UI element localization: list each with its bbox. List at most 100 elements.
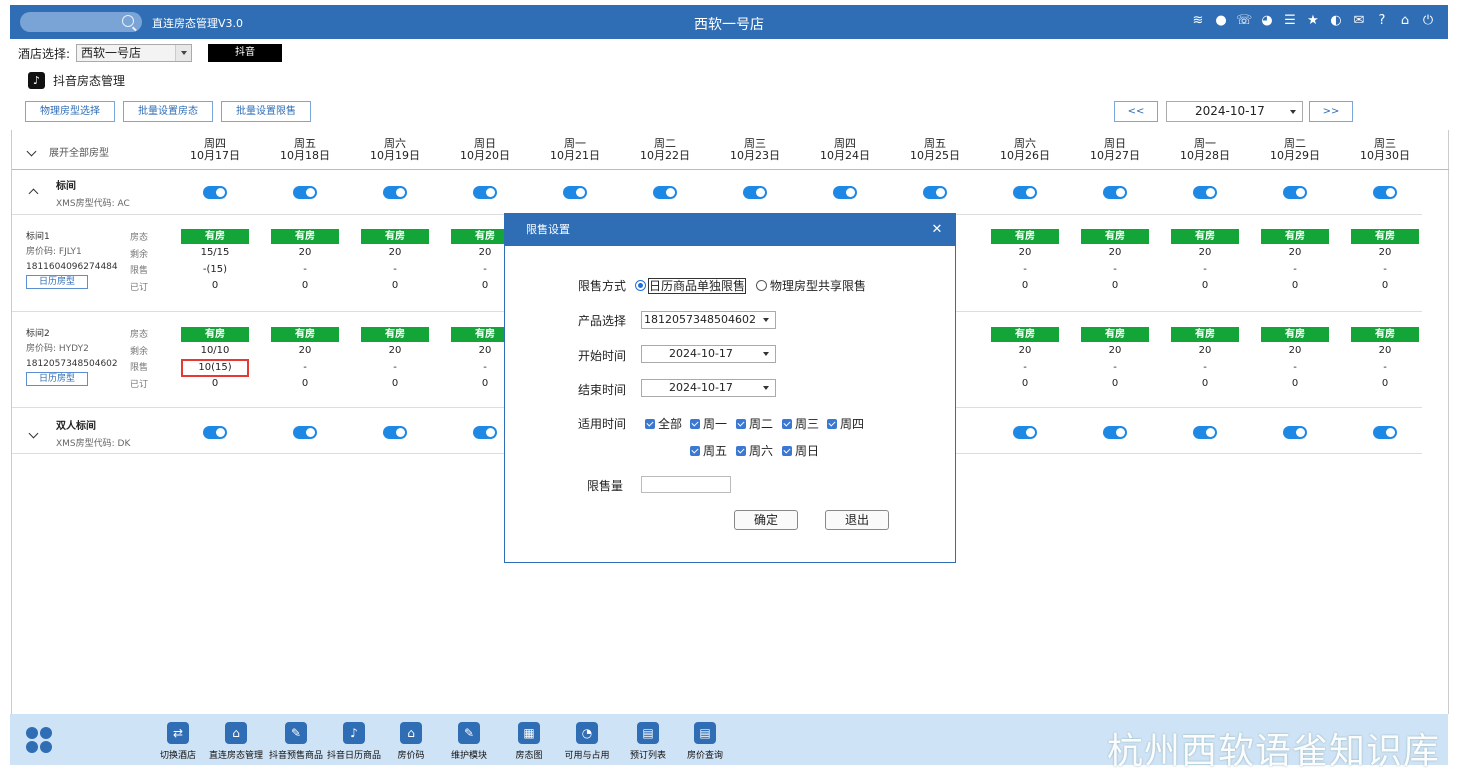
day-checkbox[interactable]: 周一 (690, 415, 727, 432)
day-checkbox[interactable]: 周四 (827, 415, 864, 432)
palette-icon[interactable]: ◕ (1259, 13, 1275, 29)
status-cell[interactable]: 有房 10/10 10(15) 0 (181, 327, 249, 393)
calendar-room-button[interactable]: 日历房型 (26, 275, 88, 289)
phone-icon[interactable]: ☏ (1236, 13, 1252, 29)
status-cell[interactable]: 有房 20 - 0 (1171, 327, 1239, 393)
next-button[interactable]: >> (1309, 101, 1353, 122)
toggle-switch[interactable] (563, 186, 587, 199)
bottom-nav-item[interactable]: ▤ 预订列表 (618, 722, 678, 761)
douyin-button[interactable]: 抖音 (208, 44, 283, 62)
day-checkbox[interactable]: 周日 (782, 442, 819, 459)
start-date-select[interactable]: 2024-10-17 (641, 345, 776, 363)
day-checkbox[interactable]: 周五 (690, 442, 727, 459)
status-cell[interactable]: 有房 20 - 0 (271, 229, 339, 295)
status-cell[interactable]: 有房 15/15 -(15) 0 (181, 229, 249, 295)
toggle-switch[interactable] (1193, 186, 1217, 199)
day-checkbox[interactable]: 周三 (782, 415, 819, 432)
status-cell[interactable]: 有房 20 - 0 (361, 229, 429, 295)
day-checkbox[interactable]: 周二 (736, 415, 773, 432)
mail-icon[interactable]: ✉ (1351, 13, 1367, 29)
toggle-switch[interactable] (833, 186, 857, 199)
chevron-up-icon[interactable] (28, 188, 39, 199)
status-cell[interactable]: 有房 20 - 0 (1081, 229, 1149, 295)
toggle-switch[interactable] (203, 426, 227, 439)
mode-option-single[interactable]: 日历商品单独限售 (635, 277, 747, 294)
status-cell[interactable]: 有房 20 - 0 (991, 229, 1059, 295)
column-header: 周四 10月24日 (805, 138, 885, 162)
toggle-switch[interactable] (1013, 186, 1037, 199)
batch-limit-button[interactable]: 批量设置限售 (221, 101, 311, 122)
bottom-nav-item[interactable]: ◔ 可用与占用 (557, 722, 617, 761)
chevron-down-icon[interactable] (28, 428, 39, 439)
toggle-switch[interactable] (1013, 426, 1037, 439)
bottom-nav-item[interactable]: ✎ 抖音预售商品 (266, 722, 326, 761)
toggle-switch[interactable] (1103, 186, 1127, 199)
status-cell[interactable]: 有房 20 - 0 (361, 327, 429, 393)
chat-icon[interactable]: ● (1213, 13, 1229, 29)
toggle-switch[interactable] (653, 186, 677, 199)
nav-icon: ⌂ (225, 722, 247, 744)
status-cell[interactable]: 有房 20 - 0 (1261, 229, 1329, 295)
booked-value: 0 (211, 280, 219, 291)
toggle-switch[interactable] (383, 426, 407, 439)
toggle-switch[interactable] (293, 186, 317, 199)
toggle-switch[interactable] (1373, 186, 1397, 199)
bottom-nav-item[interactable]: ⌂ 房价码 (381, 722, 441, 761)
bottom-nav-item[interactable]: ⇄ 切换酒店 (148, 722, 208, 761)
toggle-switch[interactable] (1283, 426, 1307, 439)
exit-button[interactable]: 退出 (825, 510, 889, 530)
close-icon[interactable]: ✕ (929, 214, 945, 246)
toggle-switch[interactable] (473, 186, 497, 199)
status-cell[interactable]: 有房 20 - 0 (991, 327, 1059, 393)
help-icon[interactable]: ? (1374, 13, 1390, 29)
qty-input[interactable] (641, 476, 731, 493)
bottom-nav-item[interactable]: ✎ 维护模块 (439, 722, 499, 761)
contrast-icon[interactable]: ◐ (1328, 13, 1344, 29)
app-logo-icon[interactable] (26, 727, 52, 753)
power-icon[interactable]: ⏻ (1420, 13, 1436, 29)
bottom-nav-item[interactable]: ▤ 房价查询 (675, 722, 735, 761)
toggle-switch[interactable] (473, 426, 497, 439)
mode-option-shared[interactable]: 物理房型共享限售 (756, 277, 866, 294)
day-checkbox[interactable]: 周六 (736, 442, 773, 459)
toggle-switch[interactable] (1373, 426, 1397, 439)
hotel-select[interactable]: 西软一号店 (76, 44, 193, 62)
calendar-room-button[interactable]: 日历房型 (26, 372, 88, 386)
physical-room-type-button[interactable]: 物理房型选择 (25, 101, 115, 122)
bottom-nav-item[interactable]: ⌂ 直连房态管理 (206, 722, 266, 761)
dialog-title: 限售设置 (526, 223, 570, 236)
bottom-nav-item[interactable]: ♪ 抖音日历商品 (324, 722, 384, 761)
toggle-switch[interactable] (923, 186, 947, 199)
day-checkbox[interactable]: 全部 (645, 415, 682, 432)
end-date-select[interactable]: 2024-10-17 (641, 379, 776, 397)
status-cell[interactable]: 有房 20 - 0 (1351, 229, 1419, 295)
status-cell[interactable]: 有房 20 - 0 (1081, 327, 1149, 393)
toggle-switch[interactable] (203, 186, 227, 199)
nav-label: 房价查询 (686, 751, 723, 761)
status-cell[interactable]: 有房 20 - 0 (1261, 327, 1329, 393)
batch-status-button[interactable]: 批量设置房态 (123, 101, 213, 122)
toggle-switch[interactable] (1283, 186, 1307, 199)
status-cell[interactable]: 有房 20 - 0 (1171, 229, 1239, 295)
status-cell[interactable]: 有房 20 - 0 (271, 327, 339, 393)
status-cell[interactable]: 有房 20 - 0 (1351, 327, 1419, 393)
toggle-switch[interactable] (743, 186, 767, 199)
column-date: 10月24日 (820, 149, 870, 162)
toggle-switch[interactable] (383, 186, 407, 199)
confirm-button[interactable]: 确定 (734, 510, 798, 530)
star-icon[interactable]: ★ (1305, 13, 1321, 29)
top-bar: 直连房态管理V3.0 西软一号店 ≋ ● ☏ ◕ ☰ ★ ◐ ✉ ? ⌂ ⏻ (10, 5, 1448, 39)
expand-all-toggle[interactable]: 展开全部房型 (26, 144, 109, 159)
menu-icon[interactable]: ☰ (1282, 13, 1298, 29)
prev-button[interactable]: << (1114, 101, 1158, 122)
date-select[interactable]: 2024-10-17 (1166, 101, 1303, 122)
toggle-switch[interactable] (1193, 426, 1217, 439)
wifi-icon[interactable]: ≋ (1190, 13, 1206, 29)
column-header: 周二 10月22日 (625, 138, 705, 162)
product-select[interactable]: 1812057348504602 (641, 311, 776, 329)
bottom-nav-item[interactable]: ▦ 房态图 (499, 722, 559, 761)
remain-value: 15/15 (200, 247, 230, 258)
toggle-switch[interactable] (293, 426, 317, 439)
home-icon[interactable]: ⌂ (1397, 13, 1413, 29)
toggle-switch[interactable] (1103, 426, 1127, 439)
